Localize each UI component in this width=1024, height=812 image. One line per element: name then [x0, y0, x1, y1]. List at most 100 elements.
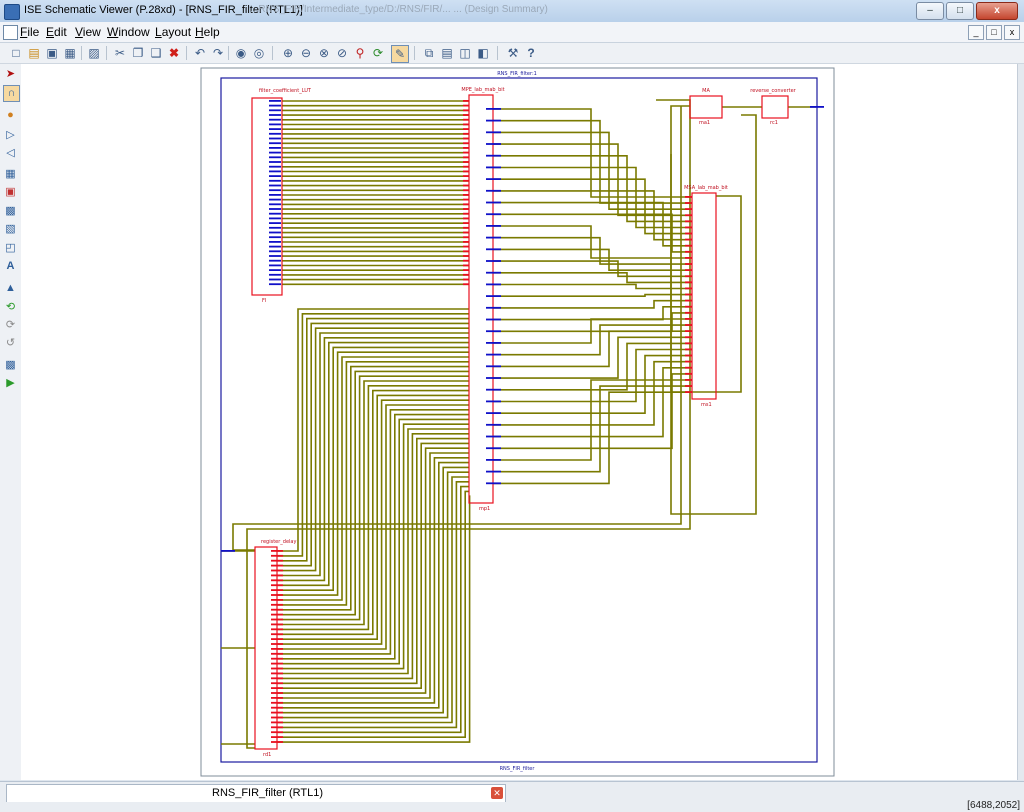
minimize-button[interactable]: ‒ [916, 2, 944, 20]
go-back-icon[interactable]: ⟲ [3, 300, 18, 315]
find-next-icon[interactable]: ◎ [251, 45, 267, 61]
mpe-input-pin [463, 100, 469, 102]
menu-layout[interactable]: Layout [155, 25, 191, 39]
rd-output-pin [271, 697, 283, 699]
text-icon[interactable]: A [3, 259, 18, 274]
new-icon[interactable]: □ [8, 45, 24, 61]
save-all-icon[interactable]: ▦ [62, 45, 78, 61]
mdi-close-button[interactable]: x [1004, 25, 1020, 40]
maximize-button[interactable]: □ [946, 2, 974, 20]
mpe-output-pin [486, 388, 501, 391]
lut-output-pin [269, 194, 281, 196]
mpe-output-pin [486, 166, 501, 169]
redo-icon[interactable]: ↷ [210, 45, 226, 61]
mpe-output-pin [486, 342, 501, 344]
schematic-drawing[interactable]: RNS_FIR_filter:1 RNS_FIR_filter filter_c… [21, 64, 1017, 780]
delete-icon[interactable]: ✖ [166, 45, 182, 61]
back-icon[interactable]: ◁ [3, 146, 18, 161]
lut-output-pin [269, 269, 281, 271]
lut-output-pin [269, 222, 281, 224]
mpe-output-pin [486, 412, 501, 414]
mpe-input-pin [463, 203, 469, 206]
refresh-icon[interactable]: ⟳ [370, 45, 386, 61]
toolbar: □ ▤ ▣ ▦ ▨ ✂ ❐ ❑ ✖ ↶ ↷ ◉ ◎ ⊕ ⊖ ⊗ ⊘ ⚲ ⟳ ✎ … [0, 43, 1024, 64]
menu-window-label: indow [118, 25, 150, 39]
hierarchy-icon[interactable]: ▦ [3, 167, 18, 182]
help-icon[interactable]: ? [523, 45, 539, 61]
tile-horizontal-icon[interactable]: ▤ [439, 45, 455, 61]
undo-view-icon[interactable]: ↺ [3, 336, 18, 351]
add-pin-icon[interactable]: ▣ [3, 185, 18, 200]
rd-output-pin [271, 633, 283, 636]
print-icon[interactable]: ▨ [86, 45, 102, 61]
menu-edit[interactable]: Edit [46, 25, 67, 39]
undo-icon[interactable]: ↶ [192, 45, 208, 61]
bottom-title: RNS_FIR_filter [500, 766, 536, 772]
tab-close-icon[interactable]: ✕ [491, 787, 503, 799]
zoom-out-icon[interactable]: ⊖ [298, 45, 314, 61]
mdi-restore-button[interactable]: □ [986, 25, 1002, 40]
mpe-output-pin [486, 248, 501, 251]
mpe-input-pin [463, 241, 469, 243]
zoom-in-icon[interactable]: ⊕ [280, 45, 296, 61]
go-forward-icon[interactable]: ⟳ [3, 318, 18, 333]
mpe-input-pin [463, 231, 469, 234]
mpe-input-pin [463, 147, 469, 149]
rd-output-pin [271, 599, 283, 601]
select-mode-icon[interactable]: ✎ [391, 45, 409, 63]
lut-output-pin [269, 165, 281, 168]
copy-icon[interactable]: ❐ [130, 45, 146, 61]
lut-output-pin [269, 264, 281, 267]
mpe-input-pin [463, 137, 469, 140]
mpe-input-pin [463, 142, 469, 145]
settings-icon[interactable]: ⚒ [505, 45, 521, 61]
run-icon[interactable]: ▶ [3, 376, 18, 391]
rd-output-pin [271, 701, 283, 704]
zoom-full-icon[interactable]: ⊗ [316, 45, 332, 61]
forward-icon[interactable]: ▷ [3, 128, 18, 143]
zoom-area-icon[interactable]: ⊘ [334, 45, 350, 61]
close-button[interactable]: x [976, 2, 1018, 20]
cut-icon[interactable]: ✂ [112, 45, 128, 61]
mdi-minimize-button[interactable]: _ [968, 25, 984, 40]
schematic-canvas[interactable]: RNS_FIR_filter:1 RNS_FIR_filter filter_c… [21, 64, 1017, 780]
mpe-instance: mp1 [479, 506, 490, 512]
rd-output-pin [271, 736, 283, 738]
save-icon[interactable]: ▣ [44, 45, 60, 61]
rd-title: register_delay [261, 539, 296, 545]
zoom-to-selected-icon[interactable]: ⚲ [352, 45, 368, 61]
tile-vertical-icon[interactable]: ◫ [457, 45, 473, 61]
menu-window[interactable]: Window [107, 25, 150, 39]
tile-window-icon[interactable]: ◧ [475, 45, 491, 61]
rd-output-pin [271, 721, 283, 724]
open-icon[interactable]: ▤ [26, 45, 42, 61]
menu-view[interactable]: View [75, 25, 101, 39]
mpe-input-pin [463, 208, 469, 210]
input-port-clk [221, 550, 235, 552]
select-arrow-icon[interactable]: ➤ [3, 67, 18, 82]
io-marker-icon[interactable]: ◰ [3, 241, 18, 256]
rd-output-pin [271, 559, 283, 562]
mpe-output-pin [486, 377, 501, 379]
paste-icon[interactable]: ❑ [148, 45, 164, 61]
push-icon[interactable]: ▲ [3, 281, 18, 296]
msa-input-pin [685, 360, 692, 363]
add-wire-icon[interactable]: ∩ [3, 85, 20, 102]
expand-icon[interactable]: ▩ [3, 358, 18, 373]
bus-icon[interactable]: ▧ [3, 222, 18, 237]
cascade-icon[interactable]: ⧉ [421, 45, 437, 61]
instance-icon[interactable]: ▩ [3, 204, 18, 219]
mpe-input-pin [463, 278, 469, 281]
mpe-input-pin [463, 109, 469, 112]
menu-file[interactable]: File [20, 25, 39, 39]
find-icon[interactable]: ◉ [233, 45, 249, 61]
msa-input-pin [685, 238, 692, 241]
rd-output-pin [271, 603, 283, 606]
add-net-icon[interactable]: ● [3, 108, 18, 123]
ma-title: MA [702, 88, 710, 94]
tab-rns-fir-filter[interactable]: RNS_FIR_filter (RTL1) ✕ [6, 784, 506, 802]
vertical-scrollbar[interactable] [1017, 64, 1024, 780]
mpe-output-pin [486, 400, 501, 403]
menu-help[interactable]: Help [195, 25, 220, 39]
mpe-input-pin [463, 170, 469, 173]
